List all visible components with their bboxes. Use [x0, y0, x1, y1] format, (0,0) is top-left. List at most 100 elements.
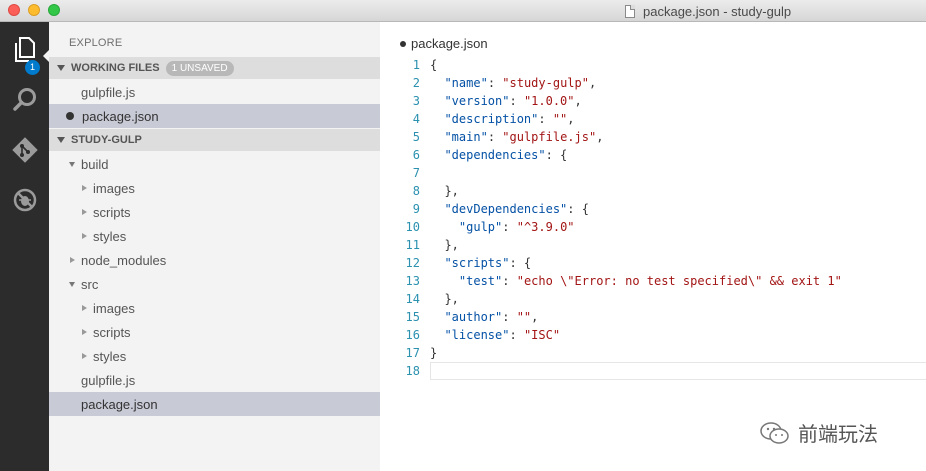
- code-text: "description": "",: [444, 112, 575, 126]
- working-file-label: gulpfile.js: [81, 84, 136, 100]
- collapsed-arrow-icon: [82, 329, 87, 335]
- explorer-sidebar: EXPLORE WORKING FILES 1 UNSAVED gulpfile…: [49, 22, 380, 471]
- git-activity-button[interactable]: [0, 130, 49, 170]
- code-line[interactable]: 18: [380, 362, 926, 380]
- line-number: 13: [405, 274, 420, 288]
- line-number: 10: [405, 220, 420, 234]
- tree-item-label: images: [93, 300, 135, 316]
- code-line[interactable]: 3 "version": "1.0.0",: [380, 92, 926, 110]
- tree-folder-styles[interactable]: styles: [49, 344, 380, 368]
- editor-tab-label: package.json: [411, 36, 488, 51]
- code-line[interactable]: 10 "gulp": "^3.9.0": [380, 218, 926, 236]
- code-text: "license": "ISC": [444, 328, 561, 342]
- code-line[interactable]: 12 "scripts": {: [380, 254, 926, 272]
- code-line[interactable]: 7: [380, 164, 926, 182]
- window-title: package.json - study-gulp: [643, 3, 792, 19]
- unsaved-dot-icon: [66, 112, 74, 120]
- tree-item-label: gulpfile.js: [81, 372, 136, 388]
- close-window-button[interactable]: [8, 4, 20, 16]
- chevron-down-icon: [57, 65, 65, 71]
- tree-item-label: build: [81, 156, 109, 172]
- code-line[interactable]: 9 "devDependencies": {: [380, 200, 926, 218]
- working-file-item[interactable]: gulpfile.js: [49, 80, 380, 104]
- tree-folder-scripts[interactable]: scripts: [49, 200, 380, 224]
- project-header[interactable]: STUDY-GULP: [49, 129, 380, 151]
- tree-folder-images[interactable]: images: [49, 296, 380, 320]
- line-number: 5: [412, 130, 420, 144]
- working-files-header[interactable]: WORKING FILES 1 UNSAVED: [49, 57, 380, 79]
- tree-folder-styles[interactable]: styles: [49, 224, 380, 248]
- search-activity-button[interactable]: [0, 80, 49, 120]
- code-text: "test": "echo \"Error: no test specified…: [458, 274, 842, 288]
- unsaved-count-badge: 1: [25, 60, 40, 75]
- tree-folder-node-modules[interactable]: node_modules: [49, 248, 380, 272]
- chevron-down-icon: [57, 137, 65, 143]
- code-line[interactable]: 4 "description": "",: [380, 110, 926, 128]
- line-number: 7: [412, 166, 420, 180]
- editor-pane[interactable]: package.json 1{2 "name": "study-gulp", 3 …: [380, 22, 926, 471]
- project-label: STUDY-GULP: [71, 134, 142, 146]
- code-line[interactable]: 14 },: [380, 290, 926, 308]
- code-text: {: [430, 58, 438, 72]
- code-text: },: [430, 184, 459, 198]
- line-number: 15: [405, 310, 420, 324]
- unsaved-dot-icon: [400, 40, 406, 47]
- code-line[interactable]: 6 "dependencies": {: [380, 146, 926, 164]
- code-text: "devDependencies": {: [444, 202, 589, 216]
- tree-folder-src[interactable]: src: [49, 272, 380, 296]
- expanded-arrow-icon: [69, 281, 75, 287]
- wechat-icon: [760, 421, 789, 444]
- document-icon: [625, 4, 635, 18]
- tree-item-label: package.json: [81, 396, 158, 412]
- code-line[interactable]: 11 },: [380, 236, 926, 254]
- code-line[interactable]: 8 },: [380, 182, 926, 200]
- current-line-highlight: [430, 362, 926, 380]
- tree-folder-scripts[interactable]: scripts: [49, 320, 380, 344]
- code-text: "gulp": "^3.9.0": [458, 220, 575, 234]
- working-file-label: package.json: [82, 108, 159, 124]
- tree-folder-images[interactable]: images: [49, 176, 380, 200]
- code-line[interactable]: 16 "license": "ISC": [380, 326, 926, 344]
- tree-item-label: scripts: [93, 204, 131, 220]
- code-line[interactable]: 2 "name": "study-gulp",: [380, 74, 926, 92]
- watermark: 前端玩法: [760, 418, 878, 447]
- tree-item-label: scripts: [93, 324, 131, 340]
- editor-tab[interactable]: package.json: [400, 36, 488, 51]
- tree-file-package-json[interactable]: package.json: [49, 392, 380, 416]
- tree-item-label: styles: [93, 348, 127, 364]
- window-title-group: package.json - study-gulp: [625, 3, 791, 19]
- working-file-item[interactable]: package.json: [49, 104, 380, 128]
- maximize-window-button[interactable]: [48, 4, 60, 16]
- sidebar-title: EXPLORE: [69, 37, 123, 49]
- code-text: "main": "gulpfile.js",: [444, 130, 604, 144]
- explorer-activity-button[interactable]: 1: [0, 30, 49, 75]
- activity-bar: 1: [0, 22, 49, 471]
- collapsed-arrow-icon: [82, 185, 87, 191]
- minimize-window-button[interactable]: [28, 4, 40, 16]
- search-icon: [12, 88, 36, 111]
- code-line[interactable]: 17}: [380, 344, 926, 362]
- code-text: },: [430, 292, 459, 306]
- line-number: 11: [405, 238, 420, 252]
- tree-item-label: src: [81, 276, 99, 292]
- collapsed-arrow-icon: [82, 233, 87, 239]
- code-line[interactable]: 13 "test": "echo \"Error: no test specif…: [380, 272, 926, 290]
- tree-item-label: node_modules: [81, 252, 167, 268]
- code-text: "name": "study-gulp",: [444, 76, 597, 90]
- debug-activity-button[interactable]: [0, 180, 49, 220]
- line-number: 1: [412, 58, 420, 72]
- tree-file-gulpfile[interactable]: gulpfile.js: [49, 368, 380, 392]
- code-line[interactable]: 5 "main": "gulpfile.js",: [380, 128, 926, 146]
- collapsed-arrow-icon: [82, 305, 87, 311]
- debug-icon: [13, 188, 36, 212]
- unsaved-badge: 1 UNSAVED: [165, 60, 234, 76]
- code-text: "author": "",: [444, 310, 539, 324]
- line-number: 17: [405, 346, 420, 360]
- working-files-label: WORKING FILES: [71, 62, 160, 74]
- line-number: 12: [405, 256, 420, 270]
- tree-folder-build[interactable]: build: [49, 152, 380, 176]
- code-line[interactable]: 1{: [380, 56, 926, 74]
- collapsed-arrow-icon: [82, 209, 87, 215]
- code-text: },: [430, 238, 459, 252]
- code-line[interactable]: 15 "author": "",: [380, 308, 926, 326]
